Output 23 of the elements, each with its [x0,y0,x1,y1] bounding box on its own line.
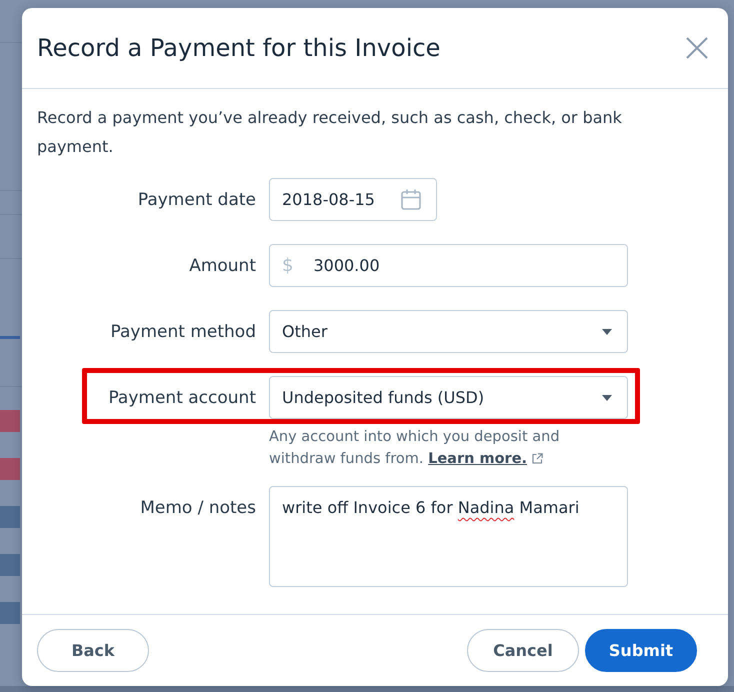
help-text: Any account into which you deposit and withdraw funds from. Learn more. [269,428,561,469]
dropdown-field[interactable]: Other [269,310,628,353]
field-label: Payment method [110,322,256,342]
description-text: Record a payment you’ve already received, such as cash, check, or bank payment. [37,107,623,158]
field-label: Amount [189,256,256,276]
dialog-title: Record a Payment for this Invoice [37,34,440,62]
submit-button[interactable]: Submit [585,629,697,672]
secondary-button[interactable]: Back [37,629,149,672]
field-label: Payment account [108,388,256,408]
field-label: Memo / notes [140,498,256,518]
learn-more-link[interactable]: Learn more. [428,451,528,467]
calendar-icon [401,189,421,210]
caret-icon [602,394,612,400]
amount-field[interactable]: $ 3000.00 [269,244,628,287]
dropdown-field[interactable]: Undeposited funds (USD) [269,376,628,419]
close-icon[interactable] [686,37,708,59]
caret-icon [602,328,612,334]
external-link-icon [532,453,544,464]
secondary-button[interactable]: Cancel [467,629,579,672]
field-label: Payment date [138,190,256,210]
currency-symbol: $ [282,255,294,276]
date-field[interactable]: 2018-08-15 [269,178,437,221]
notes-field[interactable]: write off Invoice 6 for Nadina Mamari [269,486,628,587]
